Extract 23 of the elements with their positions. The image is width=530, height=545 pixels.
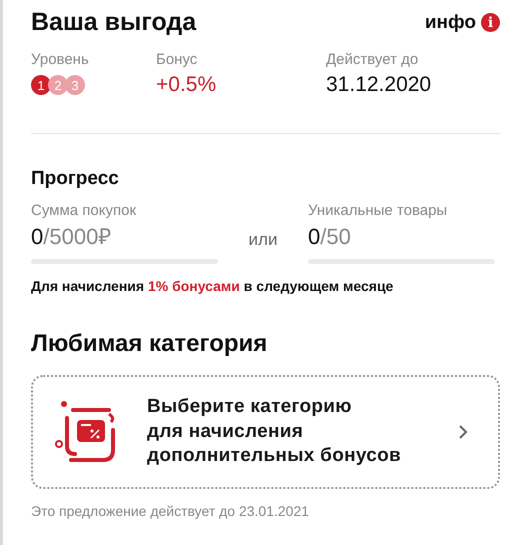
level-step: 3 [65, 75, 85, 95]
bonus-label: Бонус [156, 51, 198, 68]
card-text: Выберите категорию для начисления дополнительных бонусов [147, 394, 402, 468]
section-title: Ваша выгода [31, 8, 196, 37]
valid-until-date: 31.12.2020 [326, 73, 432, 97]
metric-label: Сумма покупок [31, 202, 138, 219]
category-title: Любимая категория [31, 330, 268, 358]
offer-footnote: Это предложение действует до 23.01.2021 [31, 503, 310, 519]
level-step: 1 [31, 75, 51, 95]
level-label: Уровень [31, 51, 90, 68]
info-link[interactable]: инфо i [424, 12, 500, 34]
bonus-value: +0.5% [156, 73, 218, 97]
metric-value: 0/5000₽ [31, 223, 112, 251]
level-step: 2 [48, 75, 68, 95]
or-separator: или [248, 230, 278, 250]
metric-label: Уникальные товары [308, 202, 448, 219]
choose-category-card[interactable]: Выберите категорию для начисления дополнительных бонусов [31, 375, 500, 489]
info-icon: i [481, 13, 500, 32]
chevron-right-icon [458, 424, 468, 440]
metric-value: 0/50 [308, 223, 352, 251]
valid-until-label: Действует до [326, 51, 420, 68]
progress-note: Для начисления 1% бонусами в следующем месяце [31, 278, 394, 294]
progress-title: Прогресс [31, 168, 120, 190]
